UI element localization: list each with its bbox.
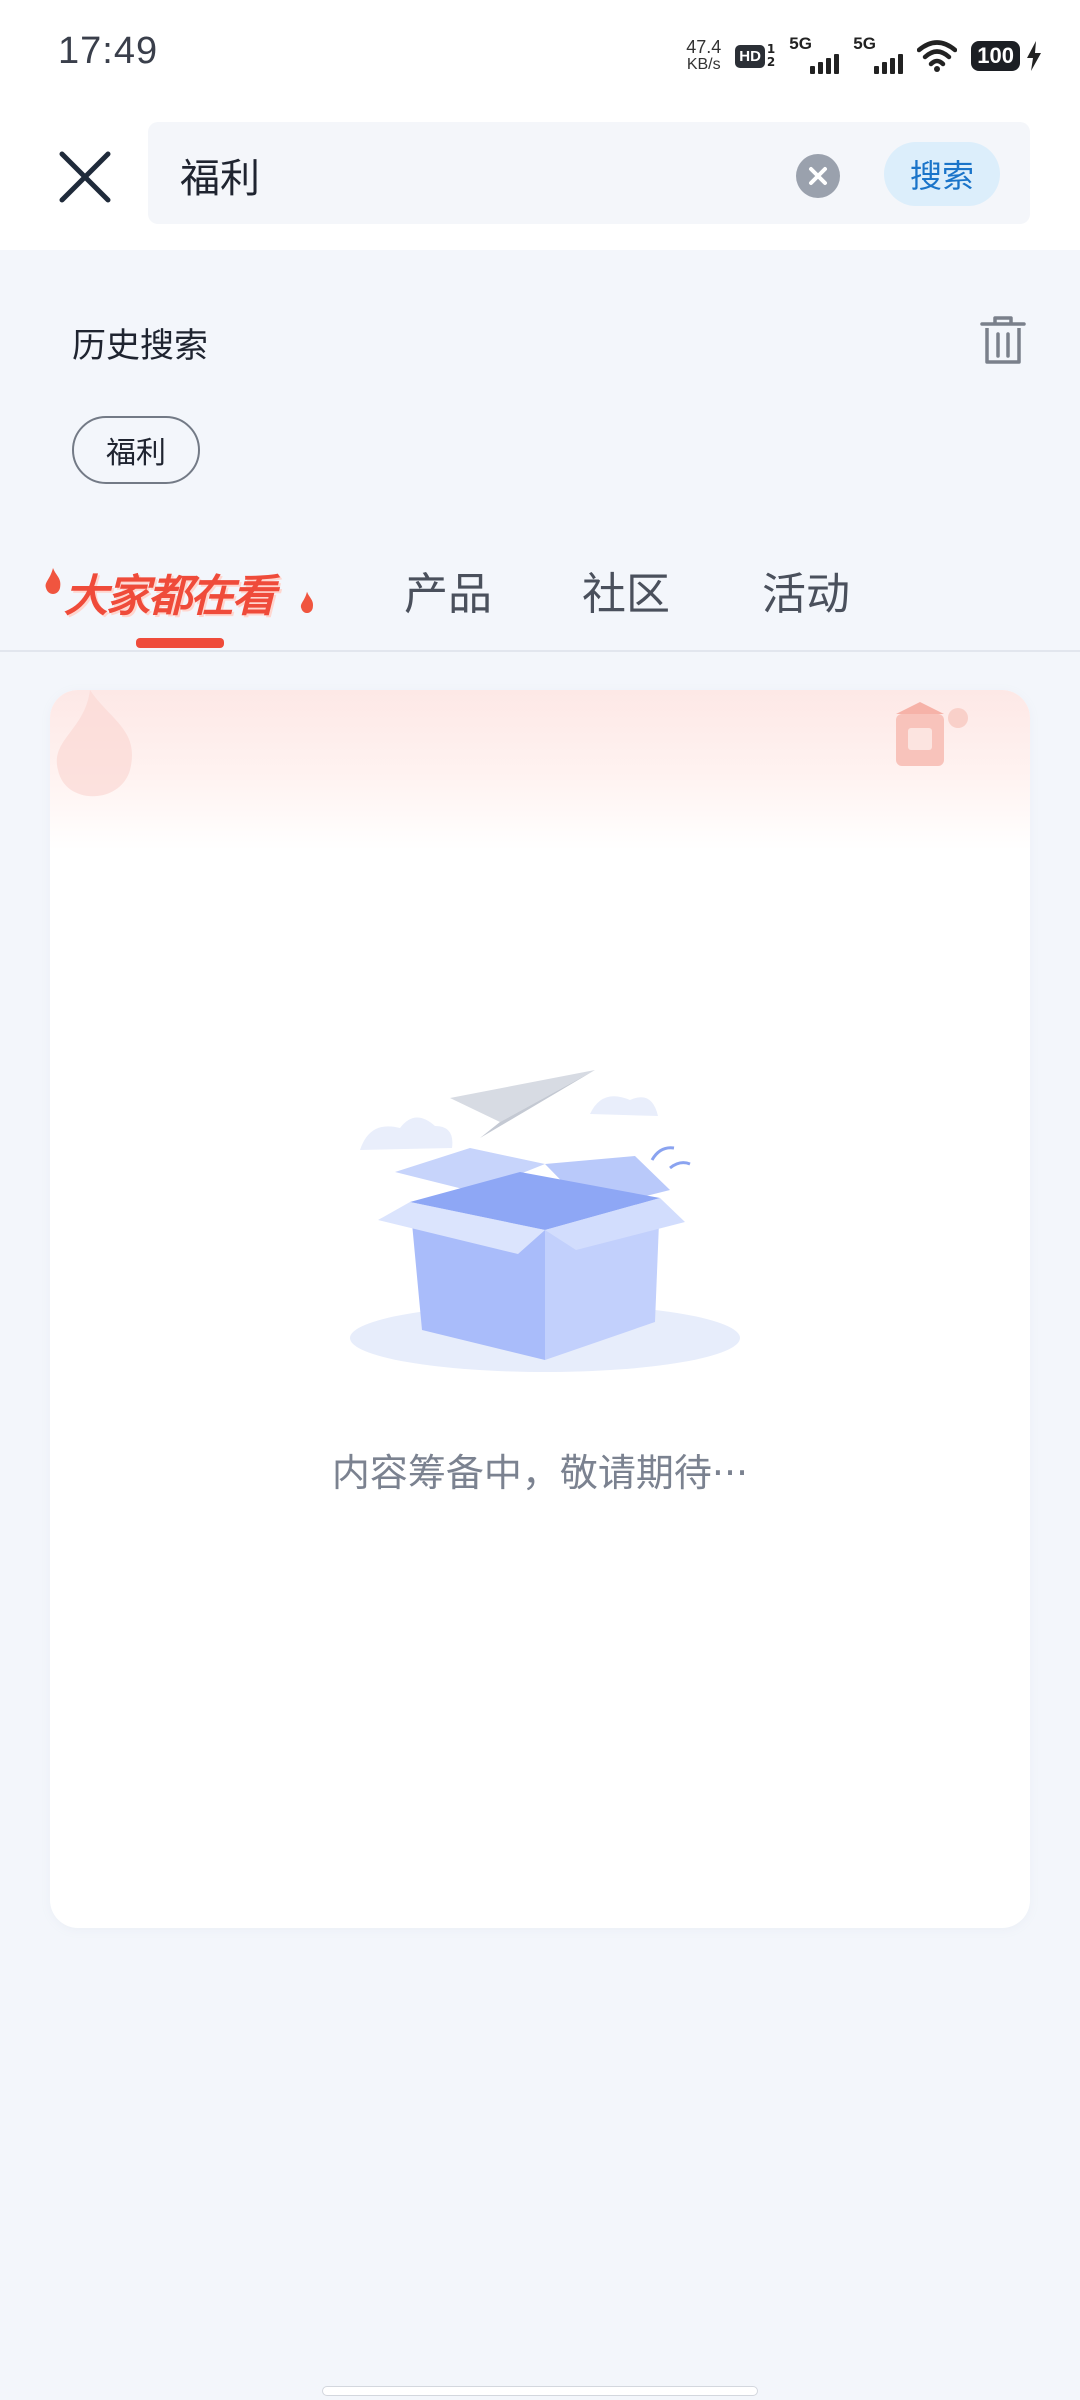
trash-icon (980, 316, 1026, 364)
sim2-network-label: 5G (853, 34, 876, 53)
search-input[interactable]: 福利 搜索 (148, 122, 1030, 224)
empty-box-illustration (340, 1060, 750, 1380)
clear-history-button[interactable] (978, 314, 1028, 366)
battery-icon: 100 (971, 41, 1042, 71)
active-tab-indicator (136, 638, 224, 648)
tab-trending[interactable]: 大家都在看 (42, 550, 322, 640)
network-speed: 47.4 KB/s (686, 37, 722, 73)
close-icon (59, 151, 111, 203)
clear-icon (809, 167, 827, 185)
status-bar: 17:49 47.4 KB/s HD 1 2 5G 5G 100 (0, 0, 1080, 116)
tab-products[interactable]: 产品 (404, 558, 492, 622)
flame-icon (45, 568, 61, 594)
network-speed-unit: KB/s (686, 56, 721, 73)
tab-trending-label: 大家都在看 (64, 571, 276, 622)
search-query[interactable]: 福利 (180, 146, 260, 204)
lantern-icon (896, 702, 968, 766)
charging-icon (1027, 41, 1041, 71)
signal-icon-sim2: 5G (853, 34, 904, 76)
close-button[interactable] (52, 144, 118, 210)
card-header-decoration (50, 690, 1030, 850)
history-title: 历史搜索 (72, 326, 208, 366)
clear-search-button[interactable] (796, 154, 840, 198)
network-speed-value: 47.4 (686, 37, 722, 57)
flame-watermark-icon (56, 690, 132, 797)
empty-state-message: 内容筹备中，敬请期待··· (331, 1451, 749, 1495)
hd-label: HD (735, 44, 765, 68)
battery-level: 100 (971, 41, 1020, 71)
hd-sub-bottom: 2 (766, 55, 776, 69)
tab-bar: 大家都在看 产品 社区 活动 (0, 550, 1080, 652)
content-card: 内容筹备中，敬请期待··· (50, 690, 1030, 1928)
flame-icon (300, 591, 314, 613)
empty-box-icon (350, 1070, 740, 1372)
status-time: 17:49 (58, 30, 159, 72)
search-button[interactable]: 搜索 (884, 142, 1000, 206)
signal-icon-sim1: 5G (789, 34, 840, 76)
wifi-icon (917, 40, 958, 72)
history-tag[interactable]: 福利 (72, 416, 200, 484)
search-header: 福利 搜索 (0, 116, 1080, 250)
hd-icon: HD 1 2 (735, 43, 775, 69)
status-icons: 47.4 KB/s HD 1 2 5G 5G 100 (686, 34, 1042, 78)
sim1-network-label: 5G (789, 34, 812, 53)
tab-activities[interactable]: 活动 (762, 558, 850, 622)
tab-community[interactable]: 社区 (582, 558, 670, 622)
home-indicator[interactable] (322, 2386, 758, 2396)
